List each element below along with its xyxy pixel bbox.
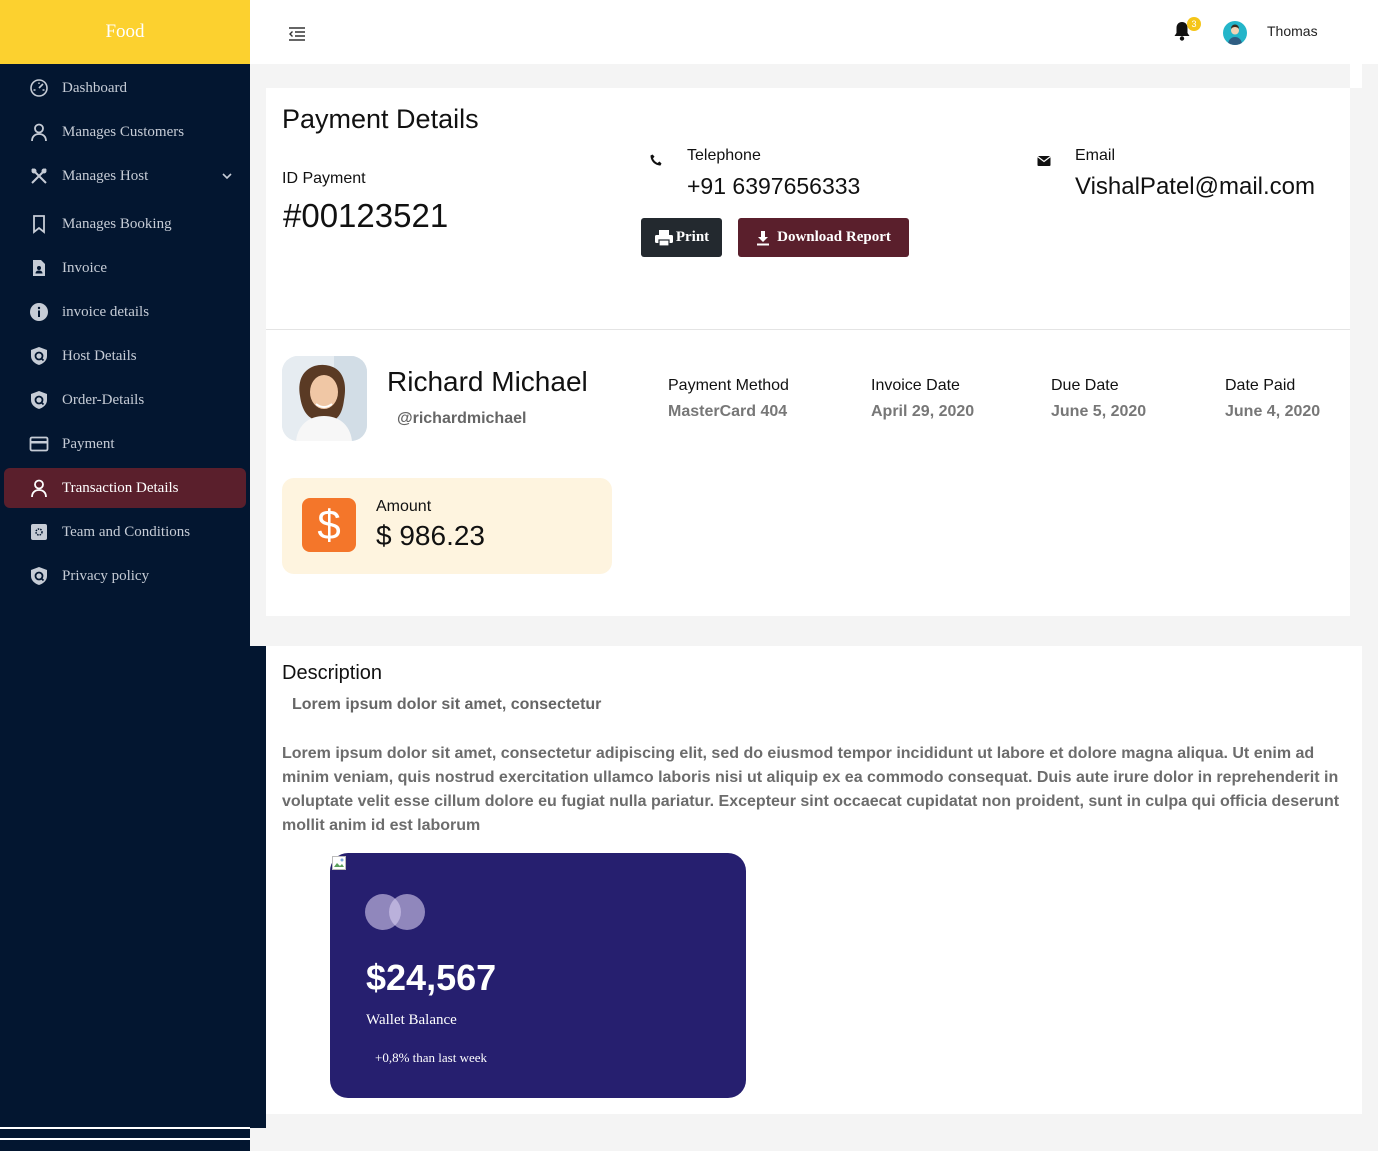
customer-name: Richard Michael (387, 366, 588, 397)
wallet-balance-amount: $24,567 (366, 957, 497, 998)
sidebar-item-order-details[interactable]: Order-Details (0, 380, 250, 420)
due-date-label: Due Date (1051, 377, 1119, 394)
payment-method-label: Payment Method (668, 377, 789, 394)
print-button-label: Print (675, 229, 710, 245)
sidebar-item-label: Invoice (62, 259, 107, 276)
shield-icon (28, 565, 50, 587)
sidebar-item-label: invoice details (62, 303, 150, 320)
mail-icon (1037, 154, 1051, 172)
sidebar-item-label: Dashboard (62, 79, 127, 96)
sidebar-item-label: Privacy policy (62, 567, 150, 584)
description-subtitle: Lorem ipsum dolor sit amet, consectetur (292, 696, 602, 713)
broken-image-icon (332, 856, 348, 872)
wallet-change-text: +0,8% than last week (375, 1050, 488, 1065)
menu-toggle-icon[interactable] (287, 24, 307, 44)
printer-icon (654, 229, 676, 247)
sidebar-item-invoice[interactable]: Invoice (0, 248, 250, 288)
wallet-balance-label: Wallet Balance (366, 1012, 457, 1028)
amount-label: Amount (376, 498, 432, 515)
sidebar-item-host-details[interactable]: Host Details (0, 336, 250, 376)
chevron-down-icon[interactable] (222, 168, 232, 185)
shield-icon (28, 389, 50, 411)
bookmark-icon (28, 213, 50, 235)
card-brand-circle-right (389, 894, 425, 930)
sidebar-item-invoice-details[interactable]: invoice details (0, 292, 250, 332)
settings-square-icon (28, 521, 50, 543)
sidebar-divider (0, 1138, 250, 1140)
phone-icon (649, 153, 663, 172)
app-logo[interactable]: Food (0, 0, 250, 64)
sidebar-item-label: Team and Conditions (62, 523, 191, 540)
due-date-value: June 5, 2020 (1051, 403, 1147, 420)
avatar[interactable] (1223, 21, 1247, 45)
download-icon (756, 230, 772, 246)
sidebar-item-manages-host[interactable]: Manages Host (0, 156, 250, 196)
sidebar-extension (250, 646, 266, 1128)
sidebar-item-label: Manages Booking (62, 215, 172, 232)
description-body: Lorem ipsum dolor sit amet, consectetur … (282, 745, 1340, 834)
sidebar-item-team-and-conditions[interactable]: Team and Conditions (0, 512, 250, 552)
utensils-icon (28, 165, 50, 187)
date-paid-label: Date Paid (1225, 377, 1296, 394)
sidebar-item-label: Host Details (62, 347, 137, 364)
download-report-button[interactable]: Download Report (738, 218, 909, 257)
email-label: Email (1075, 147, 1116, 164)
id-payment-label: ID Payment (282, 170, 366, 187)
scrollbar-track[interactable] (1350, 64, 1362, 88)
shield-icon (28, 345, 50, 367)
download-button-label: Download Report (777, 229, 891, 245)
print-button[interactable]: Print (641, 218, 722, 257)
telephone-label: Telephone (687, 147, 761, 164)
top-header: 3 Thomas (250, 0, 1378, 64)
page-title: Payment Details (282, 104, 479, 134)
customer-photo (282, 356, 367, 441)
notification-badge: 3 (1187, 17, 1201, 31)
invoice-date-label: Invoice Date (871, 377, 960, 394)
sidebar-item-manages-booking[interactable]: Manages Booking (0, 204, 250, 244)
dollar-icon: $ (302, 498, 356, 552)
payment-method-value: MasterCard 404 (668, 403, 788, 420)
user-icon (28, 121, 50, 143)
info-icon (28, 301, 50, 323)
section-divider (266, 329, 1350, 330)
sidebar-item-label: Order-Details (62, 391, 145, 408)
customer-handle: @richardmichael (397, 410, 527, 427)
sidebar-divider (0, 1127, 250, 1129)
date-paid-value: June 4, 2020 (1225, 403, 1321, 420)
credit-card-icon (28, 433, 50, 455)
sidebar-item-dashboard[interactable]: Dashboard (0, 68, 250, 108)
description-title: Description (282, 662, 383, 684)
email-value: VishalPatel@mail.com (1075, 173, 1316, 200)
telephone-value: +91 6397656333 (687, 173, 861, 199)
sidebar-item-payment[interactable]: Payment (0, 424, 250, 464)
sidebar-item-manages-customers[interactable]: Manages Customers (0, 112, 250, 152)
amount-value: $ 986.23 (376, 520, 485, 551)
sidebar-item-label: Transaction Details (62, 479, 179, 496)
dashboard-gauge-icon (28, 77, 50, 99)
id-payment-value: #00123521 (283, 197, 449, 234)
sidebar-item-label: Payment (62, 435, 115, 452)
document-user-icon (28, 257, 50, 279)
invoice-date-value: April 29, 2020 (871, 403, 975, 420)
sidebar-item-privacy-policy[interactable]: Privacy policy (0, 556, 250, 596)
sidebar-item-transaction-details[interactable]: Transaction Details (4, 468, 246, 508)
user-icon (28, 477, 50, 499)
sidebar-item-label: Manages Host (62, 167, 149, 184)
sidebar-item-label: Manages Customers (62, 123, 185, 140)
user-name[interactable]: Thomas (1267, 23, 1318, 39)
